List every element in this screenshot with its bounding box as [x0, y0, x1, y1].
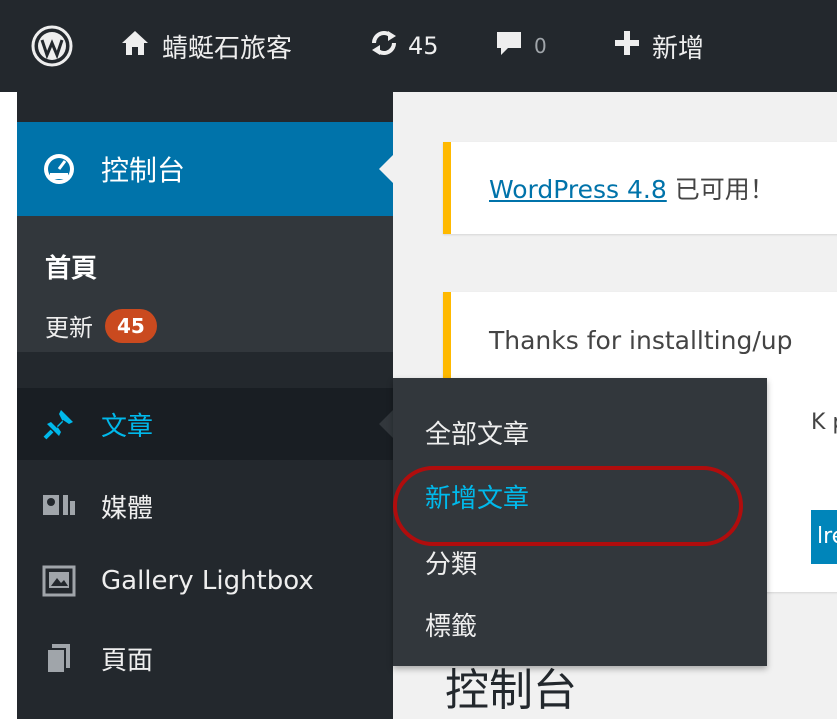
admin-bar: 蜻蜓石旅客 45 0 新增 [0, 0, 837, 92]
plugin-notice-text: Thanks for installting/up [489, 326, 793, 355]
media-icon [39, 490, 79, 522]
dashboard-icon [39, 153, 79, 185]
highlight-circle-annotation [393, 466, 743, 546]
plugin-notice-partial-text: K pe [811, 410, 837, 435]
new-content-link[interactable]: 新增 [614, 0, 704, 92]
updates-count: 45 [408, 32, 439, 60]
flyout-categories[interactable]: 分類 [425, 544, 477, 581]
admin-sidebar: 控制台 首頁 更新 45 文章 媒體 Gallery Lightbox 頁面 [17, 92, 393, 719]
sidebar-item-media[interactable]: 媒體 [17, 470, 393, 542]
comment-icon [494, 28, 524, 65]
update-available-text: 已可用！ [666, 175, 775, 204]
sidebar-item-dashboard[interactable]: 控制台 [17, 122, 393, 216]
flyout-tags[interactable]: 標籤 [425, 606, 477, 643]
wordpress-logo-icon[interactable] [30, 0, 74, 92]
submenu-home[interactable]: 首頁 [45, 248, 97, 285]
wordpress-update-link[interactable]: WordPress 4.8 [489, 175, 667, 204]
submenu-updates-label: 更新 [45, 314, 93, 342]
sidebar-item-label: Gallery Lightbox [101, 566, 314, 596]
new-label: 新增 [652, 33, 705, 64]
update-notice-text: WordPress 4.8 已可用！ [489, 170, 775, 206]
plugin-notice-button[interactable]: lreac [811, 510, 837, 564]
home-icon [120, 29, 150, 64]
update-notice: WordPress 4.8 已可用！ [443, 142, 837, 234]
gallery-icon [39, 565, 79, 597]
site-name: 蜻蜓石旅客 [162, 33, 293, 64]
sidebar-item-pages[interactable]: 頁面 [17, 622, 393, 694]
pages-icon [39, 642, 79, 674]
plus-icon [614, 30, 640, 63]
comments-link[interactable]: 0 [494, 0, 547, 92]
submenu-updates[interactable]: 更新 45 [45, 308, 157, 343]
active-arrow [379, 155, 393, 183]
sidebar-item-posts[interactable]: 文章 [17, 388, 393, 460]
pushpin-icon [39, 408, 79, 440]
sidebar-item-label: 文章 [101, 411, 154, 442]
sidebar-item-gallery-lightbox[interactable]: Gallery Lightbox [17, 545, 393, 617]
sidebar-item-label: 控制台 [101, 154, 186, 187]
refresh-icon [368, 27, 400, 66]
updates-count-badge: 45 [105, 308, 157, 343]
sidebar-item-label: 頁面 [101, 645, 154, 676]
comments-count: 0 [534, 34, 547, 58]
site-name-link[interactable]: 蜻蜓石旅客 [120, 0, 292, 92]
left-edge [0, 92, 17, 719]
updates-link[interactable]: 45 [368, 0, 439, 92]
hover-arrow [379, 410, 393, 438]
flyout-all-posts[interactable]: 全部文章 [425, 414, 529, 451]
dashboard-submenu: 首頁 更新 45 [17, 216, 393, 352]
sidebar-item-label: 媒體 [101, 493, 154, 524]
